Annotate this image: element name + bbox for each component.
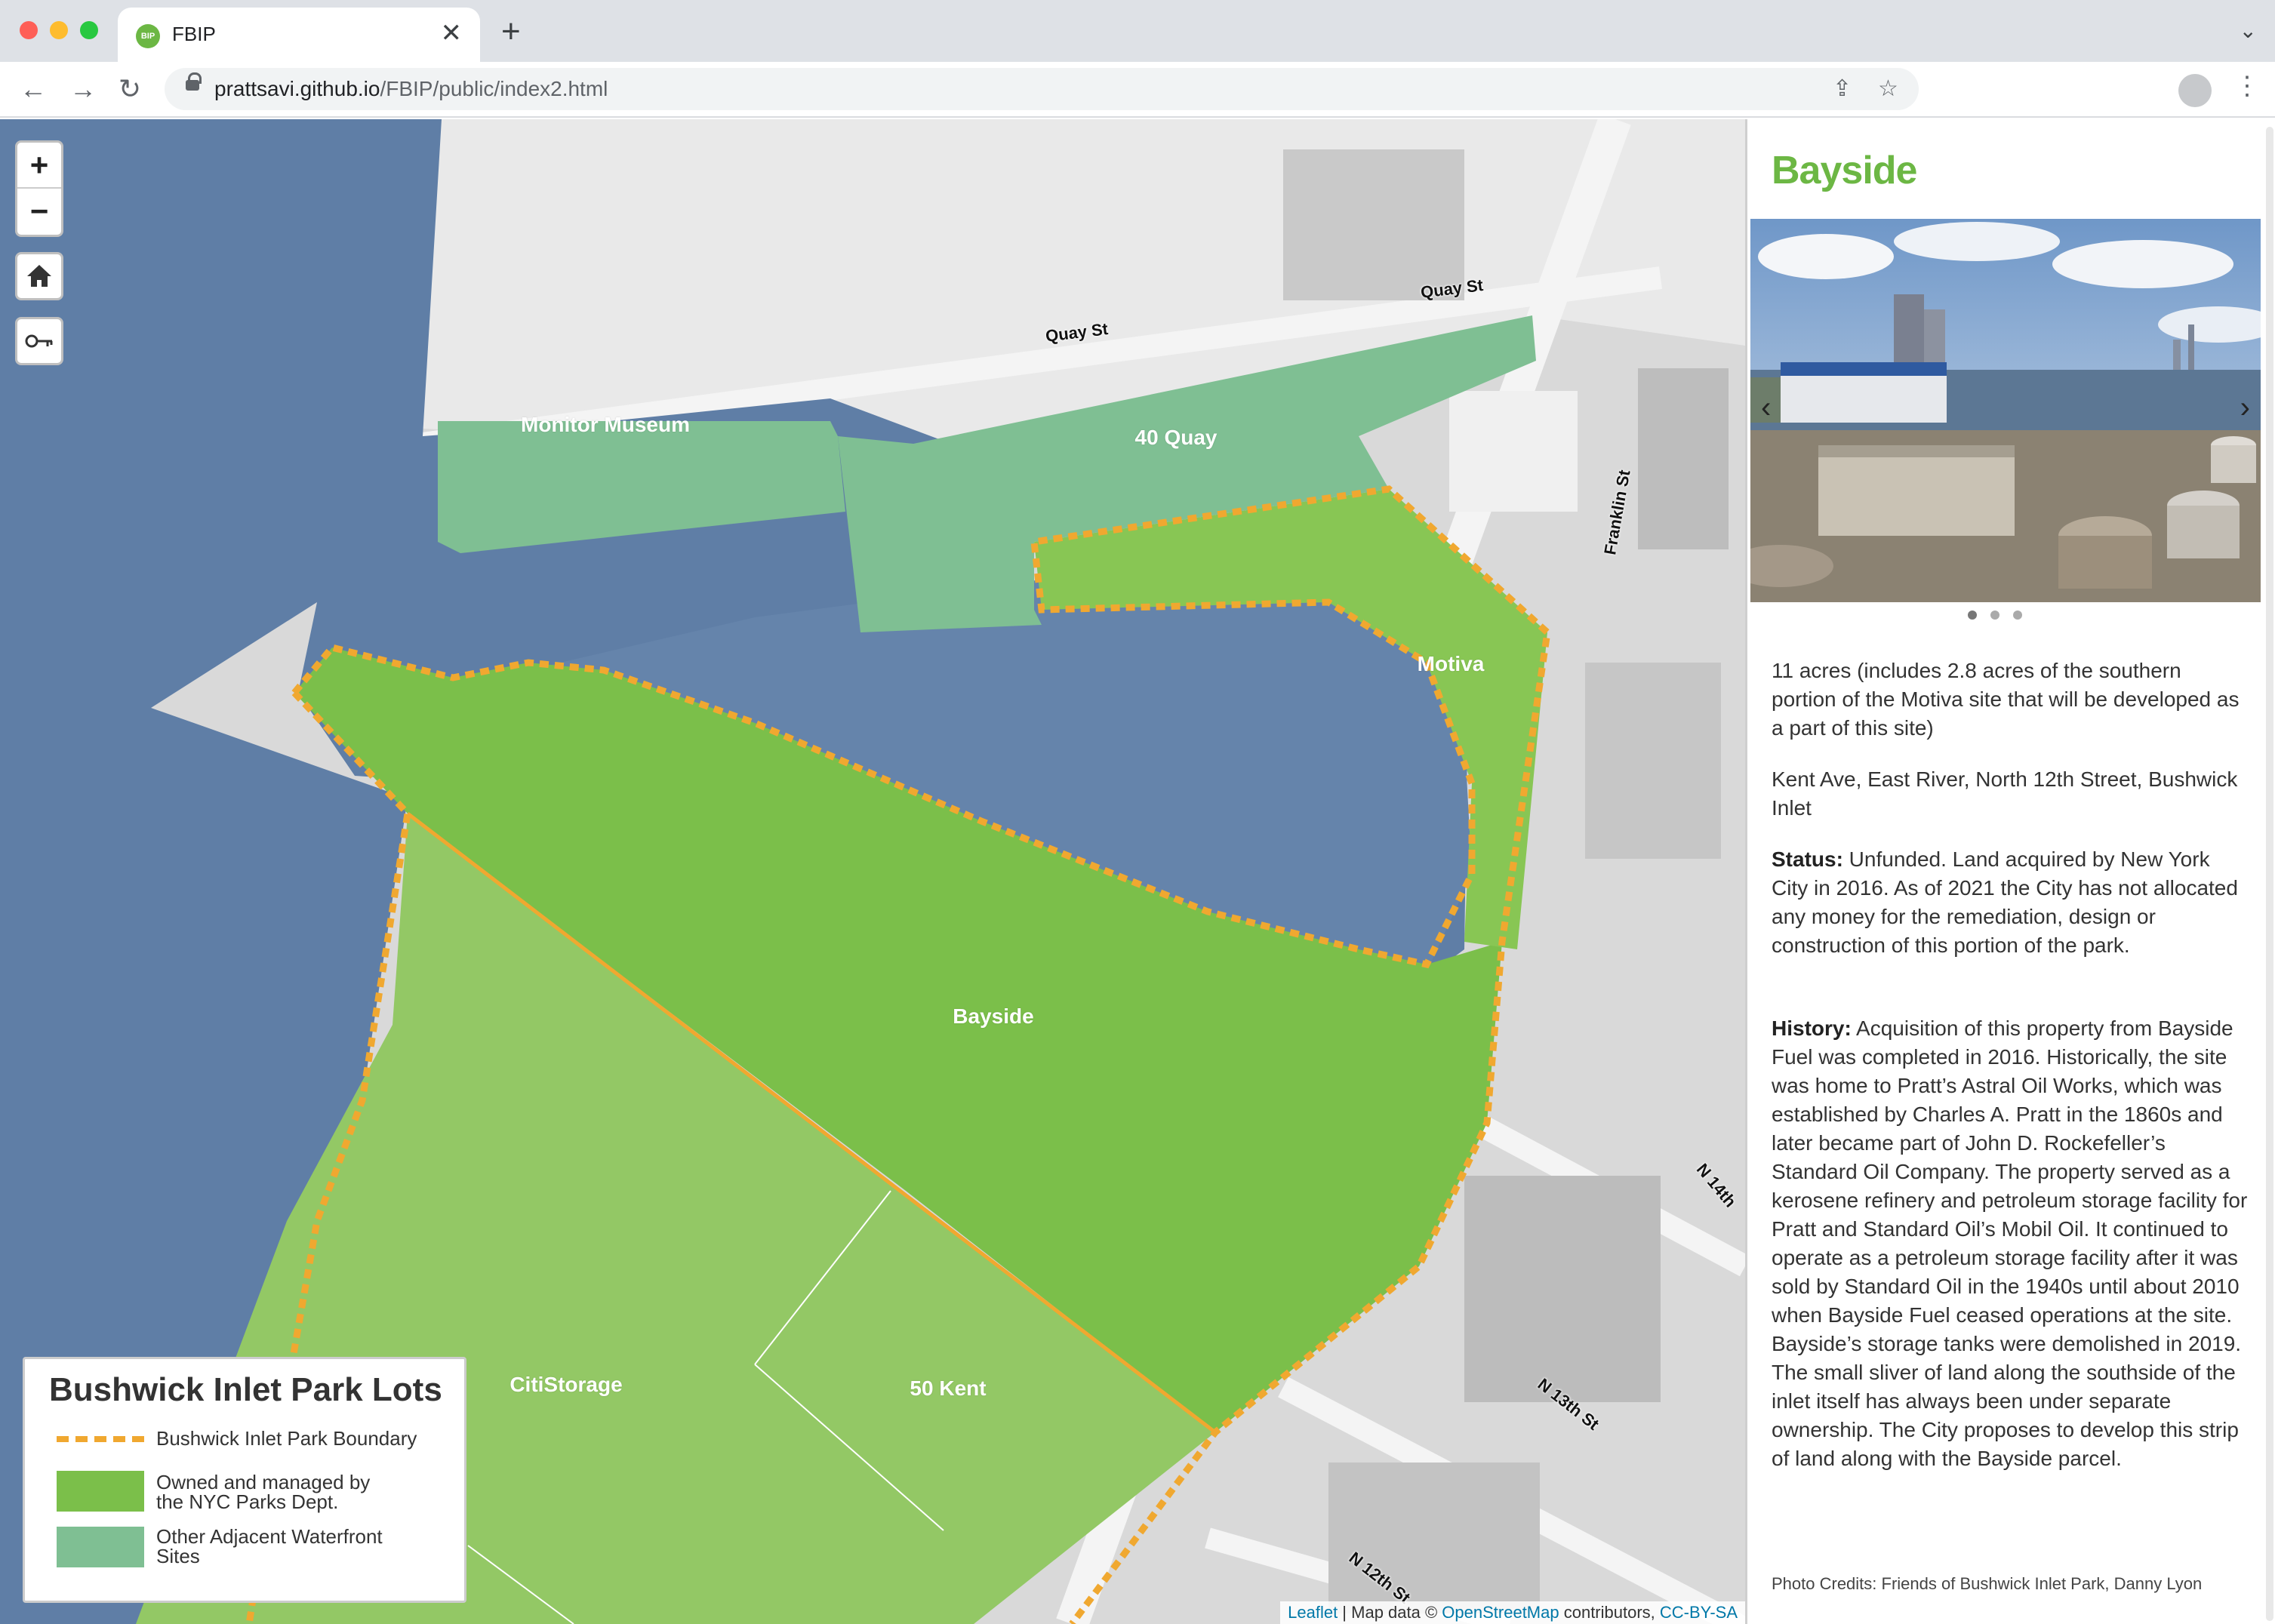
zoom-in-button[interactable]: +	[17, 143, 61, 189]
url-path: /FBIP/public/index2.html	[380, 77, 608, 100]
home-button[interactable]	[15, 252, 63, 300]
legend-other-label-2: Sites	[156, 1545, 200, 1567]
key-icon	[25, 334, 53, 348]
photo-credits: Photo Credits: Friends of Bushwick Inlet…	[1772, 1574, 2203, 1593]
label-monitor-museum[interactable]: Monitor Museum	[521, 413, 690, 437]
lot-history: History: Acquisition of this property fr…	[1772, 1014, 2250, 1473]
zoom-control: + −	[15, 140, 63, 237]
legend-boundary-label: Bushwick Inlet Park Boundary	[156, 1427, 417, 1450]
map-legend: Bushwick Inlet Park Lots Bushwick Inlet …	[23, 1357, 466, 1603]
label-bayside[interactable]: Bayside	[953, 1004, 1033, 1029]
lot-location-text: Kent Ave, East River, North 12th Street,…	[1772, 767, 2238, 820]
status-label: Status:	[1772, 847, 1843, 871]
legend-parks-swatch	[57, 1471, 144, 1512]
photo-carousel[interactable]: ‹ ›	[1750, 219, 2261, 602]
carousel-dot[interactable]	[1990, 611, 1999, 620]
bayside-photo	[1750, 219, 2261, 602]
building	[1585, 663, 1721, 859]
browser-tab[interactable]: BIP FBIP ✕	[118, 8, 480, 62]
lock-icon[interactable]	[186, 72, 202, 91]
building	[1464, 1176, 1661, 1402]
label-motiva[interactable]: Motiva	[1418, 652, 1485, 676]
tab-search-icon[interactable]: ⌄	[2240, 18, 2257, 43]
zoom-out-button[interactable]: −	[17, 189, 61, 235]
back-icon[interactable]: ←	[17, 72, 50, 106]
building	[1328, 1463, 1540, 1613]
close-window-button[interactable]	[20, 21, 38, 39]
url-text[interactable]: prattsavi.github.io/FBIP/public/index2.h…	[214, 77, 608, 101]
panel-scrollbar[interactable]	[2266, 127, 2273, 1621]
photo-prev-icon[interactable]: ‹	[1761, 391, 1771, 425]
legend-other-swatch	[57, 1527, 144, 1567]
browser-menu-icon[interactable]: ⋮	[2234, 71, 2260, 101]
browser-toolbar: ← → ↻ prattsavi.github.io/FBIP/public/in…	[0, 62, 2275, 118]
legend-parks-label-1: Owned and managed by	[156, 1471, 371, 1493]
license-link[interactable]: CC-BY-SA	[1660, 1603, 1738, 1622]
minimize-window-button[interactable]	[50, 21, 68, 39]
home-icon	[27, 265, 51, 287]
share-icon[interactable]: ⇪	[1833, 75, 1852, 102]
attribution-text-2: contributors,	[1559, 1603, 1660, 1622]
address-bar[interactable]: prattsavi.github.io/FBIP/public/index2.h…	[165, 68, 1919, 110]
panel-title: Bayside	[1772, 149, 1917, 192]
browser-tab-bar: BIP FBIP ✕ + ⌄	[0, 0, 2275, 62]
label-citistorage[interactable]: CitiStorage	[509, 1373, 622, 1397]
lot-size-text: 11 acres (includes 2.8 acres of the sout…	[1772, 659, 2240, 740]
photo-next-icon[interactable]: ›	[2240, 391, 2250, 425]
building	[1449, 391, 1578, 512]
maximize-window-button[interactable]	[80, 21, 98, 39]
carousel-dot[interactable]	[2013, 611, 2022, 620]
attribution-text-1: | Map data ©	[1338, 1603, 1442, 1622]
label-40-quay[interactable]: 40 Quay	[1135, 426, 1218, 450]
legend-key-button[interactable]	[15, 317, 63, 365]
label-50-kent[interactable]: 50 Kent	[910, 1376, 986, 1401]
history-label: History:	[1772, 1017, 1852, 1040]
favicon-icon: BIP	[136, 24, 160, 48]
building	[1638, 368, 1729, 549]
tab-close-icon[interactable]: ✕	[441, 18, 463, 48]
info-panel[interactable]: Bayside ‹ › 11 acres (includes 2.8 acres…	[1745, 119, 2275, 1624]
lot-status: Status: Unfunded. Land acquired by New Y…	[1772, 845, 2250, 960]
url-host: prattsavi.github.io	[214, 77, 380, 100]
map-view[interactable]: Monitor Museum 40 Quay Motiva Bayside Ci…	[0, 119, 1745, 1624]
legend-boundary-swatch	[57, 1436, 144, 1442]
carousel-dots	[1968, 610, 2036, 623]
profile-avatar[interactable]	[2178, 74, 2212, 107]
legend-parks-label-2: the NYC Parks Dept.	[156, 1490, 339, 1513]
legend-other-label-1: Other Adjacent Waterfront	[156, 1525, 383, 1548]
tab-title: FBIP	[172, 23, 216, 45]
map-attribution: Leaflet | Map data © OpenStreetMap contr…	[1280, 1601, 1745, 1624]
forward-icon[interactable]: →	[66, 72, 100, 106]
new-tab-button[interactable]: +	[501, 15, 521, 48]
building	[1283, 149, 1464, 300]
legend-title: Bushwick Inlet Park Lots	[49, 1371, 442, 1408]
leaflet-link[interactable]: Leaflet	[1288, 1603, 1338, 1622]
reload-icon[interactable]: ↻	[113, 72, 146, 106]
osm-link[interactable]: OpenStreetMap	[1442, 1603, 1559, 1622]
carousel-dot[interactable]	[1968, 611, 1977, 620]
bookmark-star-icon[interactable]: ☆	[1878, 75, 1898, 102]
history-text: Acquisition of this property from Baysid…	[1772, 1017, 2248, 1470]
